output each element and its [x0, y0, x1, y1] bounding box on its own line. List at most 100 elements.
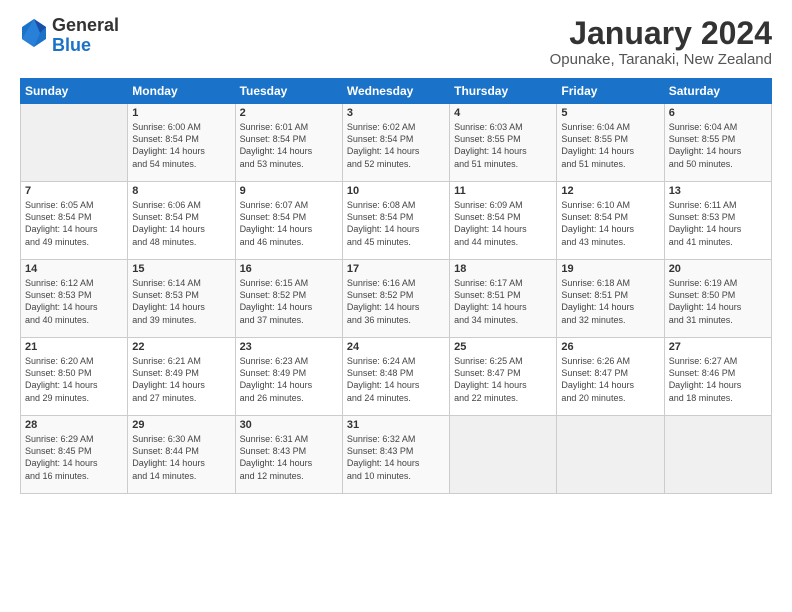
day-number: 6	[669, 107, 767, 119]
calendar-cell: 18Sunrise: 6:17 AM Sunset: 8:51 PM Dayli…	[450, 260, 557, 338]
logo-icon	[20, 17, 48, 49]
day-info: Sunrise: 6:12 AM Sunset: 8:53 PM Dayligh…	[25, 277, 123, 326]
weekday-header-row: SundayMondayTuesdayWednesdayThursdayFrid…	[21, 79, 772, 104]
calendar-cell: 31Sunrise: 6:32 AM Sunset: 8:43 PM Dayli…	[342, 416, 449, 494]
calendar-cell: 15 Sunrise: 6:14 AM Sunset: 8:53 PM Dayli…	[128, 260, 235, 338]
calendar-cell: 19 Sunrise: 6:18 AM Sunset: 8:51 PM Dayli…	[557, 260, 664, 338]
day-number: 25	[454, 341, 552, 353]
calendar-cell: 3 Sunrise: 6:02 AM Sunset: 8:54 PM Daylig…	[342, 104, 449, 182]
calendar-cell: 26 Sunrise: 6:26 AM Sunset: 8:47 PM Dayli…	[557, 338, 664, 416]
weekday-header-tuesday: Tuesday	[235, 79, 342, 104]
day-number: 24	[347, 341, 445, 353]
calendar-cell	[557, 416, 664, 494]
week-row-5: 28Sunrise: 6:29 AM Sunset: 8:45 PM Dayli…	[21, 416, 772, 494]
day-number: 3	[347, 107, 445, 119]
day-number: 19	[561, 263, 659, 275]
weekday-header-saturday: Saturday	[664, 79, 771, 104]
day-info: Sunrise: 6:30 AM Sunset: 8:44 PM Dayligh…	[132, 433, 230, 482]
calendar-cell: 11Sunrise: 6:09 AM Sunset: 8:54 PM Dayli…	[450, 182, 557, 260]
calendar-cell: 12 Sunrise: 6:10 AM Sunset: 8:54 PM Dayli…	[557, 182, 664, 260]
week-row-4: 21 Sunrise: 6:20 AM Sunset: 8:50 PM Dayli…	[21, 338, 772, 416]
day-number: 22	[132, 341, 230, 353]
logo-blue-text: Blue	[52, 36, 119, 56]
calendar-cell: 16 Sunrise: 6:15 AM Sunset: 8:52 PM Dayli…	[235, 260, 342, 338]
day-info: Sunrise: 6:14 AM Sunset: 8:53 PM Dayligh…	[132, 277, 230, 326]
calendar-cell: 25 Sunrise: 6:25 AM Sunset: 8:47 PM Dayli…	[450, 338, 557, 416]
day-info: Sunrise: 6:31 AM Sunset: 8:43 PM Dayligh…	[240, 433, 338, 482]
day-info: Sunrise: 6:25 AM Sunset: 8:47 PM Dayligh…	[454, 355, 552, 404]
day-info: Sunrise: 6:19 AM Sunset: 8:50 PM Dayligh…	[669, 277, 767, 326]
day-number: 18	[454, 263, 552, 275]
day-info: Sunrise: 6:02 AM Sunset: 8:54 PM Dayligh…	[347, 121, 445, 170]
day-info: Sunrise: 6:23 AM Sunset: 8:49 PM Dayligh…	[240, 355, 338, 404]
day-number: 9	[240, 185, 338, 197]
calendar-cell: 13Sunrise: 6:11 AM Sunset: 8:53 PM Dayli…	[664, 182, 771, 260]
calendar-body: 1 Sunrise: 6:00 AM Sunset: 8:54 PM Daylig…	[21, 104, 772, 494]
calendar-cell: 4 Sunrise: 6:03 AM Sunset: 8:55 PM Daylig…	[450, 104, 557, 182]
day-number: 7	[25, 185, 123, 197]
calendar-cell: 29Sunrise: 6:30 AM Sunset: 8:44 PM Dayli…	[128, 416, 235, 494]
day-number: 10	[347, 185, 445, 197]
calendar-cell: 23 Sunrise: 6:23 AM Sunset: 8:49 PM Dayli…	[235, 338, 342, 416]
day-number: 20	[669, 263, 767, 275]
header: General Blue January 2024 Opunake, Taran…	[20, 16, 772, 68]
calendar-cell: 9 Sunrise: 6:07 AM Sunset: 8:54 PM Daylig…	[235, 182, 342, 260]
logo-general-text: General	[52, 16, 119, 36]
calendar-cell	[21, 104, 128, 182]
day-number: 17	[347, 263, 445, 275]
calendar-header: SundayMondayTuesdayWednesdayThursdayFrid…	[21, 79, 772, 104]
week-row-1: 1 Sunrise: 6:00 AM Sunset: 8:54 PM Daylig…	[21, 104, 772, 182]
day-info: Sunrise: 6:20 AM Sunset: 8:50 PM Dayligh…	[25, 355, 123, 404]
calendar-cell: 5 Sunrise: 6:04 AM Sunset: 8:55 PM Daylig…	[557, 104, 664, 182]
day-info: Sunrise: 6:00 AM Sunset: 8:54 PM Dayligh…	[132, 121, 230, 170]
calendar-cell	[664, 416, 771, 494]
day-info: Sunrise: 6:05 AM Sunset: 8:54 PM Dayligh…	[25, 199, 123, 248]
weekday-header-monday: Monday	[128, 79, 235, 104]
calendar-cell: 24Sunrise: 6:24 AM Sunset: 8:48 PM Dayli…	[342, 338, 449, 416]
calendar-subtitle: Opunake, Taranaki, New Zealand	[550, 51, 772, 68]
day-info: Sunrise: 6:10 AM Sunset: 8:54 PM Dayligh…	[561, 199, 659, 248]
day-number: 4	[454, 107, 552, 119]
day-info: Sunrise: 6:03 AM Sunset: 8:55 PM Dayligh…	[454, 121, 552, 170]
day-info: Sunrise: 6:08 AM Sunset: 8:54 PM Dayligh…	[347, 199, 445, 248]
calendar-cell: 7 Sunrise: 6:05 AM Sunset: 8:54 PM Daylig…	[21, 182, 128, 260]
day-info: Sunrise: 6:01 AM Sunset: 8:54 PM Dayligh…	[240, 121, 338, 170]
day-number: 12	[561, 185, 659, 197]
day-info: Sunrise: 6:26 AM Sunset: 8:47 PM Dayligh…	[561, 355, 659, 404]
day-info: Sunrise: 6:15 AM Sunset: 8:52 PM Dayligh…	[240, 277, 338, 326]
day-number: 1	[132, 107, 230, 119]
calendar-cell: 22Sunrise: 6:21 AM Sunset: 8:49 PM Dayli…	[128, 338, 235, 416]
day-number: 28	[25, 419, 123, 431]
day-info: Sunrise: 6:11 AM Sunset: 8:53 PM Dayligh…	[669, 199, 767, 248]
day-number: 27	[669, 341, 767, 353]
day-number: 2	[240, 107, 338, 119]
day-number: 21	[25, 341, 123, 353]
day-number: 16	[240, 263, 338, 275]
calendar-cell: 1 Sunrise: 6:00 AM Sunset: 8:54 PM Daylig…	[128, 104, 235, 182]
day-info: Sunrise: 6:04 AM Sunset: 8:55 PM Dayligh…	[669, 121, 767, 170]
day-info: Sunrise: 6:04 AM Sunset: 8:55 PM Dayligh…	[561, 121, 659, 170]
day-number: 15	[132, 263, 230, 275]
weekday-header-friday: Friday	[557, 79, 664, 104]
page: General Blue January 2024 Opunake, Taran…	[0, 0, 792, 504]
title-block: January 2024 Opunake, Taranaki, New Zeal…	[550, 16, 772, 68]
logo: General Blue	[20, 16, 119, 56]
calendar-cell: 2 Sunrise: 6:01 AM Sunset: 8:54 PM Daylig…	[235, 104, 342, 182]
day-number: 31	[347, 419, 445, 431]
weekday-header-thursday: Thursday	[450, 79, 557, 104]
week-row-3: 14 Sunrise: 6:12 AM Sunset: 8:53 PM Dayli…	[21, 260, 772, 338]
day-number: 26	[561, 341, 659, 353]
day-info: Sunrise: 6:18 AM Sunset: 8:51 PM Dayligh…	[561, 277, 659, 326]
calendar-cell: 27 Sunrise: 6:27 AM Sunset: 8:46 PM Dayli…	[664, 338, 771, 416]
day-info: Sunrise: 6:07 AM Sunset: 8:54 PM Dayligh…	[240, 199, 338, 248]
day-number: 14	[25, 263, 123, 275]
calendar-cell	[450, 416, 557, 494]
weekday-header-wednesday: Wednesday	[342, 79, 449, 104]
day-info: Sunrise: 6:27 AM Sunset: 8:46 PM Dayligh…	[669, 355, 767, 404]
calendar-cell: 28Sunrise: 6:29 AM Sunset: 8:45 PM Dayli…	[21, 416, 128, 494]
day-number: 5	[561, 107, 659, 119]
day-info: Sunrise: 6:09 AM Sunset: 8:54 PM Dayligh…	[454, 199, 552, 248]
weekday-header-sunday: Sunday	[21, 79, 128, 104]
day-number: 23	[240, 341, 338, 353]
calendar-table: SundayMondayTuesdayWednesdayThursdayFrid…	[20, 78, 772, 494]
